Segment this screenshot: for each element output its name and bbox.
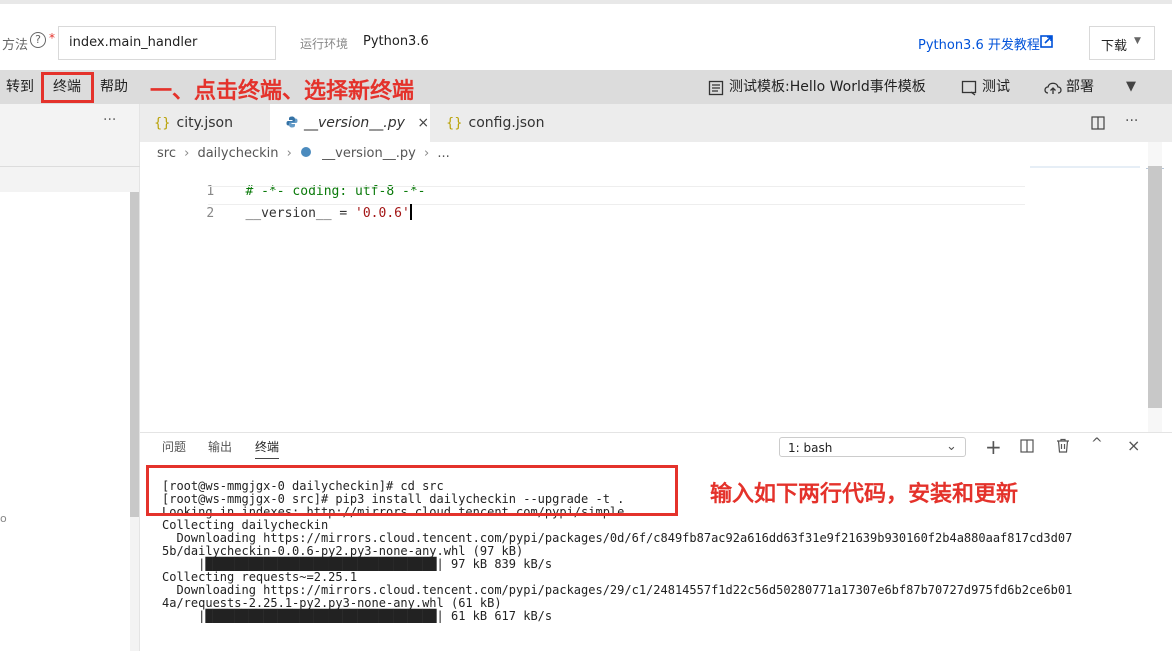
menu-goto[interactable]: 转到 bbox=[6, 70, 34, 104]
code-assignment: __version__ = bbox=[245, 206, 356, 221]
breadcrumb-src[interactable]: src bbox=[157, 146, 176, 161]
editor-more-icon[interactable]: ··· bbox=[1125, 113, 1138, 129]
tab-label: __version__.py bbox=[304, 115, 405, 131]
tab-city-json[interactable]: {} city.json bbox=[140, 104, 270, 142]
panel-tab-output[interactable]: 输出 bbox=[208, 438, 232, 455]
code-line-2: 2 __version__ = '0.0.6' bbox=[175, 189, 412, 236]
file-tree[interactable] bbox=[0, 192, 130, 651]
test-icon bbox=[961, 80, 977, 96]
download-button[interactable]: 下载 ▼ bbox=[1089, 26, 1155, 60]
more-menu-chevron-icon[interactable]: ▼ bbox=[1126, 79, 1136, 94]
tab-version-py[interactable]: __version__.py × bbox=[270, 104, 430, 142]
help-icon[interactable]: ? bbox=[30, 32, 46, 48]
sidebar-divider bbox=[0, 166, 140, 167]
tab-label: city.json bbox=[176, 115, 233, 131]
breadcrumb: src › dailycheckin › __version__.py › ..… bbox=[157, 146, 450, 161]
test-template-select[interactable]: 测试模板:Hello World事件模板 bbox=[729, 70, 926, 104]
breadcrumb-more[interactable]: ... bbox=[437, 146, 449, 161]
shell-select-value: 1: bash bbox=[788, 441, 833, 455]
code-string: '0.0.6' bbox=[355, 206, 410, 221]
new-terminal-plus-icon[interactable]: + bbox=[985, 435, 1002, 459]
tab-config-json[interactable]: {} config.json bbox=[430, 104, 570, 142]
chevron-down-icon: ⌄ bbox=[946, 439, 957, 454]
deploy-button[interactable]: 部署 bbox=[1066, 70, 1094, 104]
handler-input[interactable]: index.main_handler bbox=[58, 26, 276, 60]
line-number: 2 bbox=[206, 206, 215, 221]
external-link-icon[interactable] bbox=[1040, 35, 1053, 48]
runtime-label: 运行环境 bbox=[300, 37, 349, 51]
chevron-down-icon: ▼ bbox=[1134, 36, 1141, 46]
template-icon bbox=[708, 80, 724, 96]
minimap[interactable] bbox=[1030, 166, 1140, 168]
annotation-step-one: 一、点击终端、选择新终端 bbox=[150, 79, 415, 104]
method-label: 方法 bbox=[2, 38, 29, 53]
maximize-panel-chevron-up-icon[interactable]: ^ bbox=[1091, 436, 1103, 452]
runtime-value: Python3.6 bbox=[363, 34, 429, 49]
sidebar-scrollbar[interactable] bbox=[130, 192, 139, 517]
editor-scrollbar-thumb[interactable] bbox=[1148, 166, 1162, 408]
tutorial-link[interactable]: Python3.6 开发教程 bbox=[918, 34, 1040, 53]
function-config-row: 方法 ? * index.main_handler 运行环境 Python3.6… bbox=[0, 0, 1172, 70]
menu-help[interactable]: 帮助 bbox=[100, 70, 128, 104]
breadcrumb-file[interactable]: __version__.py bbox=[322, 146, 416, 161]
annotation-step-two: 输入如下两行代码，安装和更新 bbox=[710, 482, 1019, 507]
download-label: 下载 bbox=[1101, 39, 1128, 54]
tab-label: config.json bbox=[468, 115, 545, 131]
editor-tab-bar: {} city.json __version__.py × {} config.js… bbox=[140, 104, 1172, 142]
braces-icon: {} bbox=[154, 116, 171, 131]
required-asterisk: * bbox=[49, 31, 55, 45]
breadcrumb-pkg[interactable]: dailycheckin bbox=[197, 146, 278, 161]
split-terminal-icon[interactable] bbox=[1020, 439, 1034, 453]
sidebar-more-icon[interactable]: ··· bbox=[103, 112, 116, 128]
terminal-line: |████████████████████████████████| 61 kB… bbox=[162, 609, 553, 623]
breadcrumb-separator-icon: › bbox=[184, 146, 190, 161]
commands-highlight-box bbox=[146, 465, 678, 516]
shell-select[interactable]: 1: bash ⌄ bbox=[779, 437, 966, 457]
panel-tab-terminal[interactable]: 终端 bbox=[255, 438, 280, 459]
menu-terminal[interactable]: 终端 bbox=[53, 70, 81, 104]
explorer-sidebar: ··· o bbox=[0, 104, 140, 651]
menu-bar: 转到 终端 帮助 一、点击终端、选择新终端 测试模板:Hello World事件… bbox=[0, 70, 1172, 104]
trash-icon[interactable] bbox=[1056, 438, 1070, 453]
python-file-icon bbox=[301, 147, 311, 157]
test-button[interactable]: 测试 bbox=[982, 70, 1010, 104]
braces-icon: {} bbox=[446, 116, 463, 131]
close-panel-icon[interactable]: × bbox=[1127, 436, 1140, 455]
panel-tab-problems[interactable]: 问题 bbox=[162, 438, 186, 455]
text-cursor bbox=[409, 204, 412, 220]
python-file-icon bbox=[286, 116, 298, 128]
breadcrumb-separator-icon: › bbox=[286, 146, 292, 161]
tree-item-fragment: o bbox=[0, 512, 7, 525]
close-icon[interactable]: × bbox=[417, 115, 429, 131]
split-editor-icon[interactable] bbox=[1091, 116, 1105, 130]
cloud-upload-icon bbox=[1044, 82, 1062, 94]
breadcrumb-separator-icon: › bbox=[423, 146, 430, 161]
